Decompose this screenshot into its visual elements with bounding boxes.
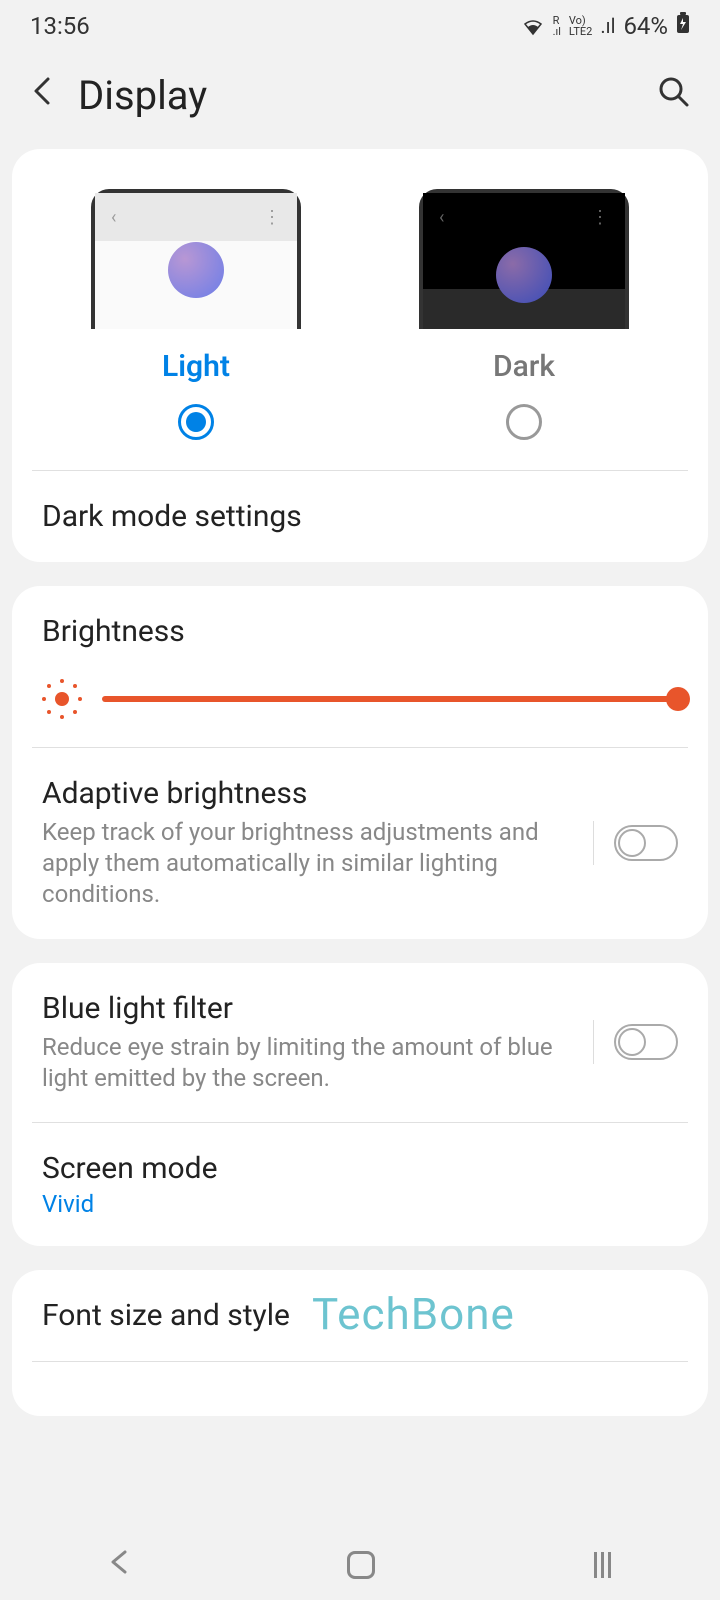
- nav-recent-icon[interactable]: [594, 1552, 611, 1578]
- dots-icon: ⋮: [591, 207, 609, 228]
- display-options-card: Blue light filter Reduce eye strain by l…: [12, 963, 708, 1246]
- dark-mode-settings-label: Dark mode settings: [42, 499, 678, 534]
- theme-option-light[interactable]: ‹ ⋮ Light: [91, 189, 301, 440]
- wifi-icon: [521, 16, 545, 36]
- preview-circle: [168, 242, 224, 298]
- battery-icon: [676, 12, 690, 40]
- dark-preview: ‹ ⋮: [419, 189, 629, 329]
- nav-back-icon[interactable]: [109, 1546, 129, 1584]
- adaptive-brightness-desc: Keep track of your brightness adjustment…: [42, 817, 573, 911]
- watermark: TechBone: [312, 1288, 515, 1340]
- brightness-icon: [42, 679, 82, 719]
- theme-card: ‹ ⋮ Light ‹ ⋮: [12, 149, 708, 562]
- nav-home-icon[interactable]: [347, 1551, 375, 1579]
- signal-bars: .ıl: [600, 14, 615, 38]
- next-item: [42, 1390, 678, 1406]
- nav-bar: [0, 1530, 720, 1600]
- back-icon[interactable]: [30, 73, 54, 118]
- search-icon[interactable]: [658, 76, 690, 116]
- adaptive-brightness-row[interactable]: Adaptive brightness Keep track of your b…: [12, 748, 708, 939]
- header: Display: [0, 52, 720, 149]
- toggle-divider: [593, 821, 594, 865]
- signal-icon-2: Vo)LTE2: [569, 15, 592, 37]
- brightness-slider[interactable]: [102, 696, 678, 702]
- screen-mode-row[interactable]: Screen mode Vivid: [12, 1123, 708, 1246]
- slider-thumb[interactable]: [666, 687, 690, 711]
- blue-light-title: Blue light filter: [42, 991, 573, 1026]
- blue-light-toggle[interactable]: [614, 1024, 678, 1060]
- radio-light[interactable]: [178, 404, 214, 440]
- page-title: Display: [78, 72, 207, 119]
- dark-mode-settings-row[interactable]: Dark mode settings: [12, 471, 708, 562]
- font-size-row[interactable]: Font size and style TechBone: [12, 1270, 708, 1361]
- status-time: 13:56: [30, 12, 90, 40]
- chevron-left-icon: ‹: [439, 207, 444, 228]
- theme-selector: ‹ ⋮ Light ‹ ⋮: [12, 149, 708, 470]
- preview-circle: [496, 247, 552, 303]
- blue-light-desc: Reduce eye strain by limiting the amount…: [42, 1032, 573, 1094]
- theme-option-dark[interactable]: ‹ ⋮ Dark: [419, 189, 629, 440]
- screen-mode-value: Vivid: [42, 1190, 678, 1218]
- adaptive-brightness-toggle[interactable]: [614, 825, 678, 861]
- toggle-divider: [593, 1020, 594, 1064]
- brightness-label: Brightness: [42, 614, 678, 649]
- dots-icon: ⋮: [263, 207, 281, 228]
- status-right: R.ıl Vo)LTE2 .ıl 64%: [521, 12, 690, 40]
- font-card: Font size and style TechBone: [12, 1270, 708, 1416]
- status-bar: 13:56 R.ıl Vo)LTE2 .ıl 64%: [0, 0, 720, 52]
- battery-text: 64%: [623, 12, 668, 40]
- radio-dark[interactable]: [506, 404, 542, 440]
- brightness-section: Brightness: [12, 586, 708, 747]
- light-label: Light: [162, 349, 230, 384]
- brightness-card: Brightness Adaptive brightness Keep trac…: [12, 586, 708, 939]
- light-preview: ‹ ⋮: [91, 189, 301, 329]
- blue-light-row[interactable]: Blue light filter Reduce eye strain by l…: [12, 963, 708, 1122]
- dark-label: Dark: [493, 349, 555, 384]
- screen-mode-title: Screen mode: [42, 1151, 678, 1186]
- signal-icon-1: R.ıl: [553, 15, 561, 37]
- chevron-left-icon: ‹: [111, 207, 116, 228]
- adaptive-brightness-title: Adaptive brightness: [42, 776, 573, 811]
- brightness-slider-container: [42, 679, 678, 719]
